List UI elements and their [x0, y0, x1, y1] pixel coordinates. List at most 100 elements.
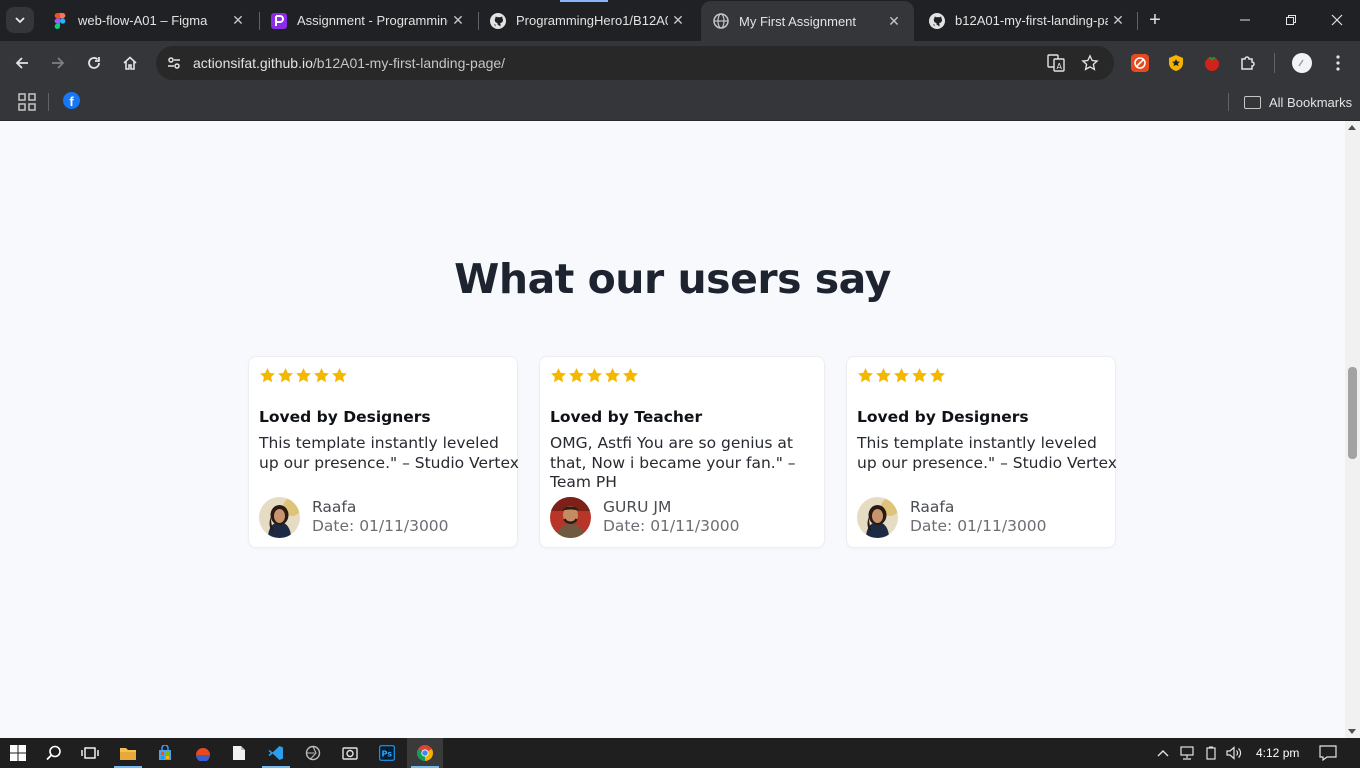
tab-figma[interactable]: web-flow-A01 – Figma ✕	[40, 0, 258, 41]
puzzle-icon[interactable]	[1238, 53, 1258, 73]
testimonial-card: Loved by Designers This template instant…	[248, 356, 519, 548]
more-vertical-icon	[1336, 55, 1340, 71]
bookmarks-bar: f All Bookmarks	[0, 85, 1360, 121]
star-icon	[930, 368, 945, 383]
restore-button[interactable]	[1268, 0, 1314, 40]
star-icon	[551, 368, 566, 383]
star-icon	[278, 368, 293, 383]
tab-separator	[1137, 12, 1138, 30]
facebook-icon[interactable]: f	[63, 92, 80, 109]
app-button[interactable]	[185, 738, 221, 768]
review-date: Date: 01/11/3000	[312, 517, 449, 535]
testimonial-quote: This template instantly leveled up our p…	[259, 434, 519, 472]
bookmark-star-icon[interactable]	[1080, 53, 1100, 73]
address-bar[interactable]: actionsifat.github.io/b12A01-my-first-la…	[156, 46, 1114, 80]
close-icon	[1331, 14, 1343, 26]
github-icon	[929, 12, 945, 29]
page-scrollbar[interactable]	[1345, 121, 1360, 738]
tab-title: ProgrammingHero1/B12A01	[516, 13, 668, 28]
site-info-icon[interactable]	[164, 53, 184, 73]
programming-hero-icon	[271, 12, 287, 29]
store-button[interactable]	[147, 738, 183, 768]
profile-avatar[interactable]	[1292, 53, 1312, 73]
tab-my-first-assignment[interactable]: My First Assignment ✕	[701, 1, 914, 41]
translate-icon[interactable]: A	[1046, 53, 1066, 73]
star-icon	[296, 368, 311, 383]
vscode-button[interactable]	[258, 738, 294, 768]
user-name: Raafa	[312, 498, 357, 516]
search-button[interactable]	[36, 738, 72, 768]
minimize-button[interactable]	[1222, 0, 1268, 40]
restore-icon	[1286, 15, 1296, 25]
testimonial-heading: Loved by Teacher	[550, 408, 703, 426]
home-button[interactable]	[116, 49, 144, 77]
close-window-button[interactable]	[1314, 0, 1360, 40]
browser-toolbar: actionsifat.github.io/b12A01-my-first-la…	[0, 41, 1360, 85]
tray-overflow-icon[interactable]	[1155, 745, 1171, 761]
minimize-icon	[1240, 19, 1250, 21]
start-button[interactable]	[0, 738, 36, 768]
svg-text:A: A	[1057, 62, 1063, 71]
star-icon	[858, 368, 873, 383]
close-icon[interactable]: ✕	[228, 11, 248, 31]
extension-icon-blocker[interactable]	[1130, 53, 1150, 73]
url-text: actionsifat.github.io/b12A01-my-first-la…	[193, 55, 505, 71]
figma-icon	[52, 12, 68, 29]
task-view-button[interactable]	[72, 738, 108, 768]
tab-assignment[interactable]: Assignment - Programming Hero ✕	[259, 0, 478, 41]
close-icon[interactable]: ✕	[668, 11, 688, 31]
file-explorer-button[interactable]	[110, 738, 146, 768]
star-icon	[876, 368, 891, 383]
chrome-icon	[417, 745, 433, 761]
volume-icon[interactable]	[1226, 745, 1242, 761]
chrome-button[interactable]	[407, 738, 443, 768]
extension-icon-tomato[interactable]	[1202, 53, 1222, 73]
review-date: Date: 01/11/3000	[603, 517, 740, 535]
back-button[interactable]	[8, 49, 36, 77]
globe-icon	[713, 13, 729, 29]
scroll-up-arrow-icon[interactable]	[1348, 125, 1356, 130]
notepad-button[interactable]	[221, 738, 257, 768]
vscode-icon	[268, 746, 283, 760]
user-name: Raafa	[910, 498, 955, 516]
notifications-icon[interactable]	[1319, 745, 1337, 761]
toolbar-separator	[1274, 53, 1275, 73]
testimonial-quote: This template instantly leveled up our p…	[857, 434, 1117, 472]
testimonial-card: Loved by Designers This template instant…	[846, 356, 1117, 548]
new-tab-button[interactable]: +	[1143, 8, 1167, 32]
reload-button[interactable]	[80, 49, 108, 77]
testimonial-heading: Loved by Designers	[857, 408, 1029, 426]
taskbar-clock[interactable]: 4:12 pm	[1256, 746, 1299, 760]
bookmark-separator	[48, 93, 49, 111]
photoshop-button[interactable]: Ps	[369, 738, 405, 768]
scroll-down-arrow-icon[interactable]	[1348, 729, 1356, 734]
scrollbar-thumb[interactable]	[1348, 367, 1357, 459]
photoshop-icon: Ps	[379, 745, 395, 761]
store-icon	[159, 745, 171, 760]
network-icon[interactable]	[1179, 745, 1195, 761]
close-icon[interactable]: ✕	[884, 11, 904, 31]
extension-icon-shield[interactable]	[1166, 53, 1186, 73]
close-icon[interactable]: ✕	[1108, 11, 1128, 31]
testimonial-quote: OMG, Astfi You are so genius at that, No…	[550, 434, 796, 491]
star-icon	[569, 368, 584, 383]
camera-app-button[interactable]	[332, 738, 368, 768]
search-icon	[46, 745, 61, 761]
star-icon	[314, 368, 329, 383]
more-menu-button[interactable]	[1328, 53, 1348, 73]
tab-github-landing[interactable]: b12A01-my-first-landing-page ✕	[917, 0, 1138, 41]
app-aperture-button[interactable]	[295, 738, 331, 768]
page-viewport: What our users say Loved by Designers Th…	[0, 121, 1345, 738]
star-rating	[259, 367, 348, 385]
tab-search-button[interactable]	[6, 7, 34, 33]
windows-taskbar: Ps 4:12 pm	[0, 738, 1360, 768]
apps-grid-icon[interactable]	[18, 93, 36, 111]
github-icon	[490, 12, 506, 29]
tab-github-repo[interactable]: ProgrammingHero1/B12A01 ✕	[478, 0, 698, 41]
review-date: Date: 01/11/3000	[910, 517, 1047, 535]
close-icon[interactable]: ✕	[448, 11, 468, 31]
woman-avatar	[857, 497, 898, 538]
all-bookmarks-button[interactable]: All Bookmarks	[1244, 92, 1352, 112]
battery-icon[interactable]	[1203, 745, 1219, 761]
forward-button[interactable]	[44, 49, 72, 77]
